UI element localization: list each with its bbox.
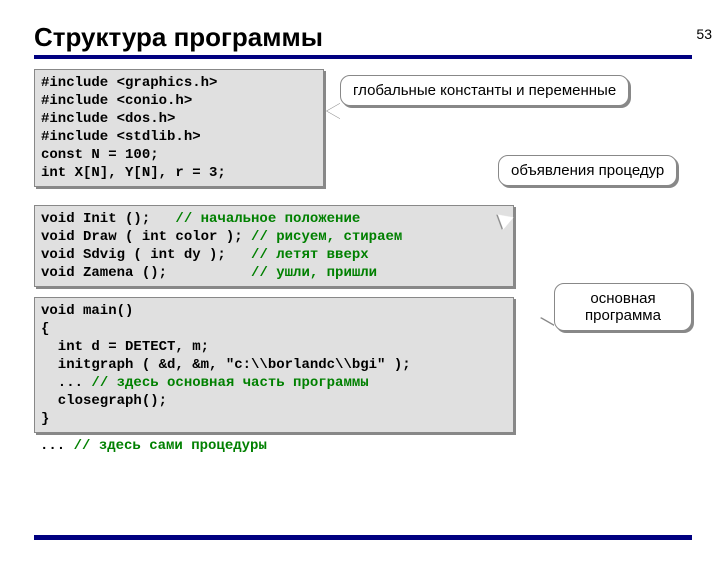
callout-main: основная программа: [554, 283, 692, 331]
callout-globals: глобальные константы и переменные: [340, 75, 629, 106]
callout-declarations: объявления процедур: [498, 155, 677, 186]
page-title: Структура программы: [34, 22, 720, 53]
title-underline: [34, 55, 692, 59]
code-free-procedures: ... // здесь сами процедуры: [40, 437, 267, 455]
code-block-declarations: void Init (); // начальное положение voi…: [34, 205, 514, 287]
code-block-includes: #include <graphics.h> #include <conio.h>…: [34, 69, 324, 187]
code-block-main: void main() { int d = DETECT, m; initgra…: [34, 297, 514, 433]
bottom-bar: [34, 535, 692, 540]
page-number: 53: [696, 26, 712, 42]
